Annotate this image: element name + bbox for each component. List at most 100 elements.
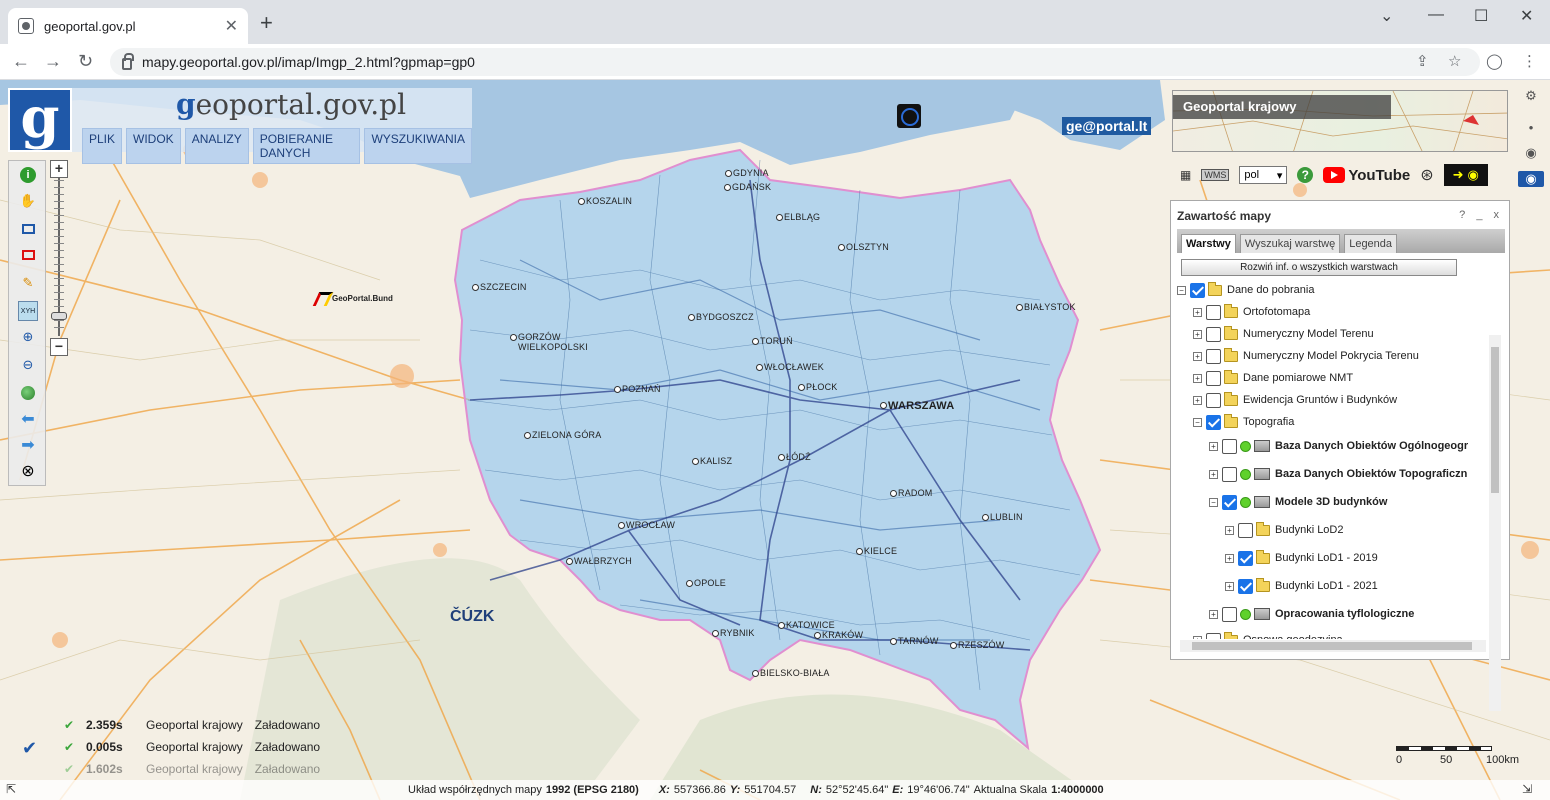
layer-tree-row[interactable]: + Opracowania tyflologiczne: [1209, 603, 1414, 625]
layer-tree-row[interactable]: + Numeryczny Model Terenu: [1193, 323, 1374, 345]
expand-icon[interactable]: +: [1193, 351, 1202, 361]
expand-icon[interactable]: +: [1193, 373, 1202, 383]
menu-wyszukiwania[interactable]: WYSZUKIWANIA: [364, 128, 472, 164]
wms-icon[interactable]: WMS: [1201, 169, 1230, 181]
zoom-in-icon[interactable]: ⊕: [18, 327, 38, 347]
collapse-icon[interactable]: −: [1209, 497, 1218, 507]
layers-horizontal-scrollbar[interactable]: [1180, 640, 1486, 652]
layer-tree-row[interactable]: − Modele 3D budynków: [1209, 491, 1387, 513]
maximize-icon[interactable]: ☐: [1474, 6, 1488, 26]
minimize-icon[interactable]: —: [1428, 6, 1444, 24]
reload-icon[interactable]: ↻: [78, 51, 93, 72]
settings-gear-icon[interactable]: ⚙: [1518, 88, 1544, 104]
layer-tree-row[interactable]: + Budynki LoD1 - 2021: [1225, 575, 1378, 597]
layer-checkbox[interactable]: [1222, 438, 1237, 454]
expand-all-button[interactable]: Rozwiń inf. o wszystkich warstwach: [1181, 259, 1457, 276]
zoom-minus-button[interactable]: −: [50, 338, 68, 356]
forward-icon[interactable]: →: [44, 51, 62, 72]
scroll-thumb[interactable]: [1491, 347, 1499, 493]
panel-window-controls[interactable]: ? _ x: [1459, 209, 1503, 227]
layer-checkbox[interactable]: [1222, 494, 1237, 510]
layer-tree-row[interactable]: + Budynki LoD1 - 2019: [1225, 547, 1378, 569]
expand-icon[interactable]: +: [1209, 609, 1218, 619]
geoportal-logo[interactable]: g: [8, 88, 72, 152]
layer-tree-row[interactable]: + Numeryczny Model Pokrycia Terenu: [1193, 345, 1419, 367]
layer-checkbox[interactable]: [1222, 466, 1237, 482]
layer-checkbox[interactable]: [1206, 326, 1221, 342]
menu-analizy[interactable]: ANALIZY: [184, 128, 249, 164]
help-icon[interactable]: ?: [1297, 167, 1314, 183]
chevron-down-icon[interactable]: ⌄: [1380, 6, 1393, 26]
menu-pobieranie-danych[interactable]: POBIERANIE DANYCH: [252, 128, 361, 164]
layer-checkbox[interactable]: [1238, 578, 1253, 594]
zoom-box-icon[interactable]: [18, 219, 38, 239]
layers-vertical-scrollbar[interactable]: [1489, 335, 1501, 711]
tab-legenda[interactable]: Legenda: [1344, 234, 1398, 253]
layer-checkbox[interactable]: [1206, 414, 1221, 430]
zoom-out-icon[interactable]: ⊖: [18, 355, 38, 375]
clear-icon[interactable]: ⊗: [18, 461, 38, 481]
url-input[interactable]: mapy.geoportal.gov.pl/imap/Imgp_2.html?g…: [110, 48, 1480, 76]
logo-icon[interactable]: [897, 104, 921, 128]
layer-tree-row[interactable]: + Budynki LoD2: [1225, 519, 1344, 541]
layer-checkbox[interactable]: [1206, 304, 1221, 320]
scroll-thumb[interactable]: [1192, 642, 1472, 650]
layer-checkbox[interactable]: [1222, 606, 1237, 622]
layer-tree-row[interactable]: + Ewidencja Gruntów i Budynków: [1193, 389, 1397, 411]
expand-icon[interactable]: +: [1193, 329, 1202, 339]
language-select[interactable]: pol ▾: [1239, 166, 1288, 184]
accessibility-icon[interactable]: ⊛: [1420, 165, 1433, 185]
expand-icon[interactable]: +: [1225, 553, 1234, 563]
menu-widok[interactable]: WIDOK: [126, 128, 181, 164]
close-tab-icon[interactable]: ✕: [225, 16, 238, 36]
layer-tree-row[interactable]: + Ortofotomapa: [1193, 301, 1310, 323]
previous-view-icon[interactable]: ⬅: [18, 409, 38, 429]
browser-tab[interactable]: geoportal.gov.pl ✕: [8, 8, 248, 44]
expand-icon[interactable]: +: [1193, 307, 1202, 317]
resize-icon[interactable]: ⇱: [6, 782, 16, 796]
collapse-icon[interactable]: −: [1193, 417, 1202, 427]
expand-icon[interactable]: +: [1209, 441, 1218, 451]
zoom-slider[interactable]: + −: [50, 160, 68, 356]
info-icon[interactable]: i: [20, 167, 36, 183]
tab-wyszukaj-warstwe[interactable]: Wyszukaj warstwę: [1239, 234, 1341, 253]
layer-tree-row[interactable]: + Osnowa geodezyjna: [1193, 629, 1343, 639]
star-icon[interactable]: ☆: [1448, 52, 1461, 70]
layer-checkbox[interactable]: [1206, 392, 1221, 408]
map-viewport[interactable]: ge@portal.lt GeoPortal.Bund ČÚZK GDYNIA G…: [0, 80, 1550, 800]
eye-small-icon[interactable]: ◉: [1518, 145, 1544, 161]
layer-checkbox[interactable]: [1206, 348, 1221, 364]
next-view-icon[interactable]: ➡: [18, 435, 38, 455]
youtube-button[interactable]: YouTube: [1323, 167, 1410, 184]
high-contrast-button[interactable]: ➜ ◉: [1443, 164, 1488, 186]
share-icon[interactable]: ⇪: [1416, 52, 1429, 70]
pencil-icon[interactable]: ✎: [18, 273, 38, 293]
layer-tree-row[interactable]: − Dane do pobrania: [1177, 279, 1314, 301]
expand-icon[interactable]: +: [1193, 635, 1202, 639]
expand-icon[interactable]: +: [1209, 469, 1218, 479]
new-tab-icon[interactable]: +: [260, 12, 273, 34]
expand-icon[interactable]: +: [1193, 395, 1202, 405]
expand-icon[interactable]: +: [1225, 581, 1234, 591]
layer-tree-row[interactable]: − Topografia: [1193, 411, 1294, 433]
overview-map[interactable]: Geoportal krajowy: [1172, 90, 1508, 152]
geoportal-lt-logo[interactable]: ge@portal.lt: [1062, 117, 1152, 135]
close-window-icon[interactable]: ✕: [1520, 6, 1533, 26]
layer-checkbox[interactable]: [1190, 282, 1205, 298]
more-icon[interactable]: ⋮: [1522, 52, 1537, 70]
zoom-plus-button[interactable]: +: [50, 160, 68, 178]
layer-tree-row[interactable]: + Dane pomiarowe NMT: [1193, 367, 1353, 389]
layer-tree-row[interactable]: + Baza Danych Obiektów Ogólnogeogr: [1209, 435, 1468, 457]
select-box-icon[interactable]: [18, 245, 38, 265]
dot-icon[interactable]: •: [1518, 120, 1544, 135]
calendar-icon[interactable]: ▦: [1180, 168, 1191, 182]
tab-warstwy[interactable]: Warstwy: [1181, 234, 1236, 253]
menu-plik[interactable]: PLIK: [82, 128, 123, 164]
eye-button-icon[interactable]: ◉: [1518, 171, 1544, 187]
expand-icon[interactable]: +: [1225, 525, 1234, 535]
layer-checkbox[interactable]: [1238, 522, 1253, 538]
layer-checkbox[interactable]: [1238, 550, 1253, 566]
cuzk-logo[interactable]: ČÚZK: [450, 608, 494, 626]
check-icon[interactable]: ✔: [22, 738, 37, 759]
resize-corner-icon[interactable]: ⇲: [1522, 782, 1532, 796]
